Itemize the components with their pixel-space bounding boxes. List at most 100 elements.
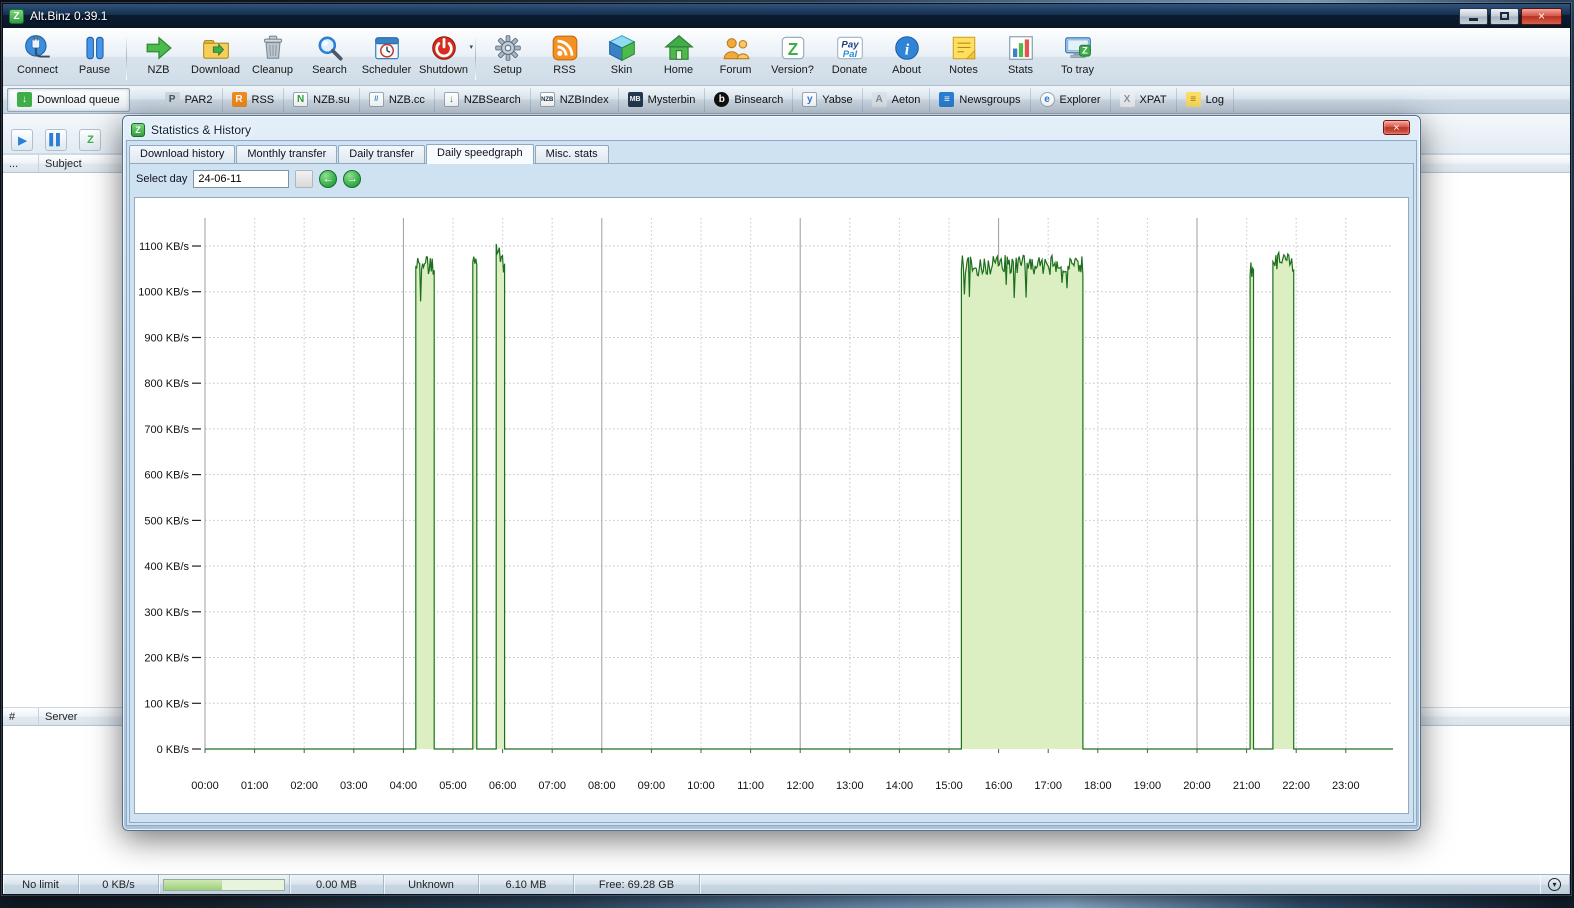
shutdown-button[interactable]: Shutdown ▾ (415, 30, 473, 84)
queue-resume-icon: ▶ (18, 134, 27, 147)
download-button[interactable]: Download (187, 30, 244, 84)
to-tray-icon: Z (1063, 33, 1093, 63)
next-day-button[interactable]: → (343, 170, 362, 188)
collapse-statusbar-icon: ▾ (1548, 878, 1561, 891)
queue-pause-icon: ▌▌ (49, 134, 64, 146)
site-item-label: Yabse (822, 93, 853, 106)
select-day-input[interactable] (193, 170, 290, 188)
rss-site-icon: R (231, 92, 247, 107)
window-controls: × (1459, 7, 1564, 25)
mysterbin-button[interactable]: MB Mysterbin (619, 87, 706, 112)
forum-button[interactable]: Forum (707, 30, 764, 84)
server-column-number[interactable]: # (3, 708, 39, 725)
nzb-cc-button[interactable]: // NZB.cc (360, 87, 435, 112)
scheduler-icon (372, 33, 402, 63)
svg-text:08:00: 08:00 (588, 780, 616, 792)
date-picker-button[interactable] (295, 170, 314, 188)
scheduler-button[interactable]: Scheduler (358, 30, 415, 84)
status-session-downloaded: 0.00 MB (290, 875, 384, 894)
close-button[interactable]: × (1521, 7, 1562, 25)
newsgroups-button[interactable]: ≡ Newsgroups (930, 87, 1031, 112)
toolbar-item-label: About (892, 64, 921, 76)
donate-button[interactable]: Pay Pal Donate (821, 30, 878, 84)
status-tray-toggle[interactable]: ▾ (1540, 875, 1570, 894)
maximize-button[interactable] (1490, 7, 1519, 25)
dropdown-arrow-icon[interactable]: ▾ (469, 43, 473, 51)
nzb-icon (144, 33, 174, 63)
svg-text:09:00: 09:00 (638, 780, 666, 792)
queue-column-status[interactable]: ... (3, 155, 39, 172)
rss-site-button[interactable]: R RSS (223, 87, 285, 112)
nzbsearch-button[interactable]: ↓ NZBSearch (435, 87, 531, 112)
toolbar-item-label: Shutdown (419, 64, 468, 76)
site-item-label: Download queue (37, 93, 120, 106)
tab-daily-speedgraph[interactable]: Daily speedgraph (426, 144, 534, 164)
home-button[interactable]: Home (650, 30, 707, 84)
to-tray-button[interactable]: Z To tray (1049, 30, 1106, 84)
cleanup-button[interactable]: Cleanup (244, 30, 301, 84)
queue-resume-button[interactable]: ▶ (11, 129, 33, 151)
stats-button[interactable]: Stats (992, 30, 1049, 84)
pause-button[interactable]: Pause (66, 30, 123, 84)
tab-monthly-transfer[interactable]: Monthly transfer (236, 145, 338, 164)
rss-button[interactable]: RSS (536, 30, 593, 84)
nzb-su-icon: N (293, 92, 309, 107)
connect-button[interactable]: Connect (9, 30, 66, 84)
svg-text:21:00: 21:00 (1233, 780, 1261, 792)
toolbar-item-label: Donate (831, 64, 868, 76)
queue-pause-button[interactable]: ▌▌ (45, 129, 67, 151)
skin-button[interactable]: Skin (593, 30, 650, 84)
daily-speedgraph-panel: Select day ← → 0 KB/s 100 KB/s 200 KB/s 300… (129, 163, 1414, 823)
yabse-button[interactable]: y Yabse (793, 87, 863, 112)
dialog-titlebar[interactable]: Z Statistics & History × (123, 116, 1420, 140)
svg-text:17:00: 17:00 (1034, 780, 1062, 792)
skin-icon (607, 33, 637, 63)
svg-text:10:00: 10:00 (687, 780, 715, 792)
status-bar: No limit 0 KB/s 0.00 MB Unknown 6.10 MB Free:… (3, 874, 1570, 894)
notes-button[interactable]: Notes (935, 30, 992, 84)
nzb-button[interactable]: NZB (130, 30, 187, 84)
queue-stats-button[interactable]: Z (79, 129, 101, 151)
log-button[interactable]: ≡ Log (1177, 87, 1234, 112)
svg-text:900 KB/s: 900 KB/s (144, 333, 189, 345)
version-icon: Z (778, 33, 808, 63)
setup-button[interactable]: Setup (479, 30, 536, 84)
site-item-label: Aeton (891, 93, 921, 106)
svg-text:Pal: Pal (842, 49, 857, 60)
queue-stats-icon: Z (87, 134, 94, 146)
nzb-su-button[interactable]: N NZB.su (284, 87, 360, 112)
tab-daily-transfer[interactable]: Daily transfer (338, 145, 426, 164)
svg-text:16:00: 16:00 (985, 780, 1013, 792)
toolbar-item-label: Cleanup (252, 64, 293, 76)
previous-day-button[interactable]: ← (319, 170, 338, 188)
tab-download-history[interactable]: Download history (129, 145, 236, 164)
daily-speedgraph-chart: 0 KB/s 100 KB/s 200 KB/s 300 KB/s 400 KB/s 50… (138, 218, 1393, 792)
version-button[interactable]: Z Version? (764, 30, 821, 84)
binsearch-button[interactable]: b Binsearch (705, 87, 794, 112)
search-button[interactable]: Search (301, 30, 358, 84)
site-item-label: Newsgroups (959, 93, 1021, 106)
dialog-close-button[interactable]: × (1383, 120, 1410, 135)
par2-button[interactable]: P PAR2 (156, 87, 223, 112)
window-titlebar[interactable]: Z Alt.Binz 0.39.1 × (3, 4, 1570, 28)
svg-text:06:00: 06:00 (489, 780, 517, 792)
select-day-label: Select day (136, 173, 188, 185)
aeton-button[interactable]: A Aeton (863, 87, 931, 112)
dialog-title: Statistics & History (151, 123, 252, 137)
svg-text:04:00: 04:00 (390, 780, 418, 792)
setup-icon (493, 33, 523, 63)
tab-misc-stats[interactable]: Misc. stats (534, 145, 609, 164)
explorer-button[interactable]: e Explorer (1031, 87, 1111, 112)
minimize-button[interactable] (1459, 7, 1488, 25)
download-queue-button[interactable]: ↓ Download queue (7, 87, 130, 112)
nzbindex-button[interactable]: NZB NZBIndex (531, 87, 619, 112)
nzb-cc-icon: // (368, 92, 384, 107)
status-progressbar (163, 878, 285, 891)
about-button[interactable]: i About (878, 30, 935, 84)
rss-icon (550, 33, 580, 63)
xpat-button[interactable]: X XPAT (1111, 87, 1177, 112)
status-current-speed: 0 KB/s (79, 875, 159, 894)
svg-text:02:00: 02:00 (290, 780, 318, 792)
arrow-right-icon: → (346, 173, 358, 185)
notes-icon (949, 33, 979, 63)
